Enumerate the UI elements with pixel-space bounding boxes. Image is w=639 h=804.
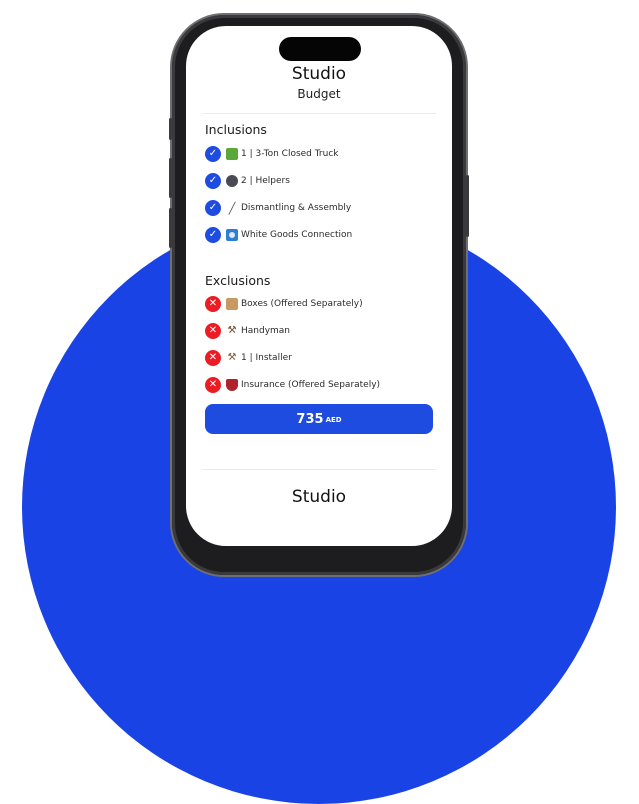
exclusion-label: Boxes (Offered Separately) bbox=[241, 299, 363, 309]
exclusion-label: 1 | Installer bbox=[241, 353, 292, 363]
phone-action-button bbox=[169, 118, 172, 140]
price-currency: AED bbox=[325, 416, 342, 424]
check-icon: ✓ bbox=[205, 173, 221, 189]
inclusion-item: ✓ White Goods Connection bbox=[205, 226, 352, 244]
exclusion-item: ✕ ⚒ Handyman bbox=[205, 322, 290, 340]
screwdriver-icon: ╱ bbox=[228, 201, 236, 215]
inclusion-label: 1 | 3-Ton Closed Truck bbox=[241, 149, 339, 159]
inclusion-item: ✓ 2 | Helpers bbox=[205, 172, 290, 190]
phone-power-button bbox=[466, 175, 469, 237]
exclusion-item: ✕ Boxes (Offered Separately) bbox=[205, 295, 363, 313]
cross-icon: ✕ bbox=[205, 350, 221, 366]
shield-icon bbox=[226, 379, 238, 391]
inclusion-item: ✓ ╱ Dismantling & Assembly bbox=[205, 199, 351, 217]
exclusion-item: ✕ ⚒ 1 | Installer bbox=[205, 349, 292, 367]
cross-icon: ✕ bbox=[205, 323, 221, 339]
helpers-icon bbox=[226, 175, 238, 187]
header-divider bbox=[202, 113, 436, 114]
tools-icon: ⚒ bbox=[227, 352, 237, 363]
inclusions-heading: Inclusions bbox=[205, 122, 267, 137]
check-icon: ✓ bbox=[205, 200, 221, 216]
check-icon: ✓ bbox=[205, 146, 221, 162]
price-amount: 735 bbox=[296, 411, 324, 427]
card-divider bbox=[202, 469, 436, 470]
next-package-title: Studio bbox=[291, 487, 347, 507]
package-subtitle: Budget bbox=[297, 87, 341, 101]
box-icon bbox=[226, 298, 238, 310]
package-title: Studio bbox=[291, 64, 347, 84]
inclusion-item: ✓ 1 | 3-Ton Closed Truck bbox=[205, 145, 339, 163]
cross-icon: ✕ bbox=[205, 377, 221, 393]
price-button[interactable]: 735 AED bbox=[205, 404, 433, 434]
exclusions-heading: Exclusions bbox=[205, 273, 271, 288]
truck-icon bbox=[226, 148, 238, 160]
exclusion-item: ✕ Insurance (Offered Separately) bbox=[205, 376, 380, 394]
inclusion-label: Dismantling & Assembly bbox=[241, 203, 352, 213]
phone-volume-up-button bbox=[169, 158, 172, 198]
hammer-icon: ⚒ bbox=[227, 325, 237, 336]
exclusion-label: Handyman bbox=[241, 326, 291, 336]
exclusion-label: Insurance (Offered Separately) bbox=[241, 380, 381, 390]
phone-screen: Studio Budget Inclusions ✓ 1 | 3-Ton Clo… bbox=[186, 26, 452, 546]
check-icon: ✓ bbox=[205, 227, 221, 243]
inclusion-label: 2 | Helpers bbox=[241, 176, 290, 186]
dynamic-island bbox=[279, 37, 361, 61]
cross-icon: ✕ bbox=[205, 296, 221, 312]
washing-machine-icon bbox=[226, 229, 238, 241]
inclusion-label: White Goods Connection bbox=[241, 230, 353, 240]
phone-volume-down-button bbox=[169, 208, 172, 248]
